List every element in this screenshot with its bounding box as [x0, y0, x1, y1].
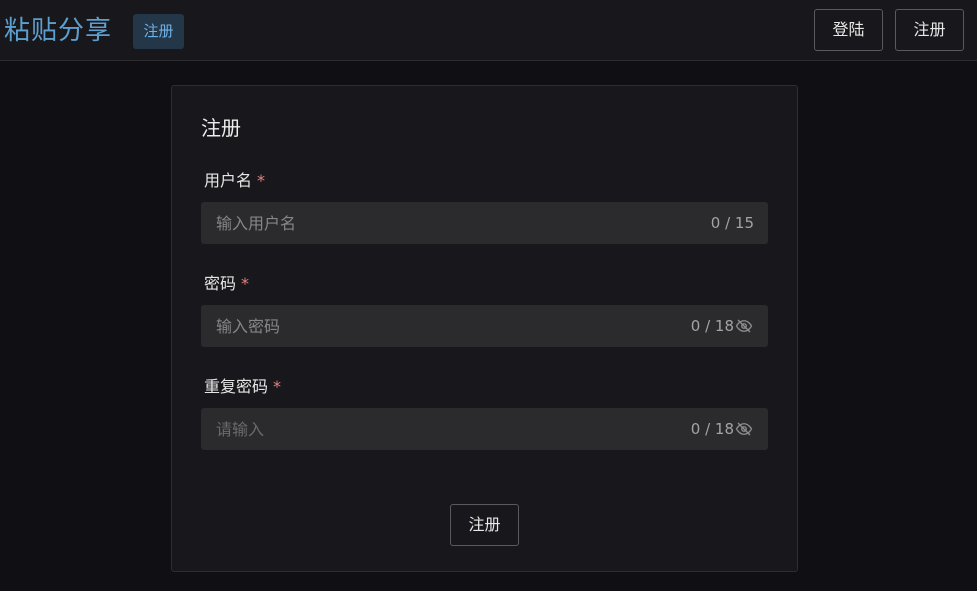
required-mark: * [273, 377, 282, 396]
password-label-text: 密码 [204, 274, 237, 293]
username-field: 0 / 15 [201, 202, 768, 244]
password-input[interactable] [201, 305, 671, 347]
current-page-tag: 注册 [133, 14, 184, 49]
confirm-password-char-counter: 0 / 18 [690, 420, 734, 438]
confirm-password-label-text: 重复密码 [204, 377, 269, 396]
confirm-password-input[interactable] [201, 408, 671, 450]
eye-off-icon[interactable] [735, 420, 753, 438]
password-field: 0 / 18 [201, 305, 768, 347]
username-label-text: 用户名 [204, 171, 253, 190]
username-input[interactable] [201, 202, 671, 244]
confirm-password-field: 0 / 18 [201, 408, 768, 450]
password-label: 密码 * [204, 273, 249, 295]
top-header: 粘贴分享 注册 登陆 注册 [0, 0, 977, 61]
register-button[interactable]: 注册 [895, 9, 964, 51]
required-mark: * [241, 274, 250, 293]
submit-register-button[interactable]: 注册 [450, 504, 519, 546]
password-char-counter: 0 / 18 [690, 317, 734, 335]
form-title: 注册 [201, 116, 241, 140]
username-char-counter: 0 / 15 [710, 214, 754, 232]
login-button[interactable]: 登陆 [814, 9, 883, 51]
register-form-card: 注册 用户名* 0 / 15 密码* 0 / 18 重复密码* 0 / 18 注… [171, 85, 798, 572]
brand-logo[interactable]: 粘贴分享 [4, 13, 112, 49]
eye-off-icon[interactable] [735, 317, 753, 335]
username-label: 用户名 * [204, 170, 265, 192]
confirm-password-label: 重复密码 * [204, 376, 281, 398]
required-mark: * [257, 171, 266, 190]
